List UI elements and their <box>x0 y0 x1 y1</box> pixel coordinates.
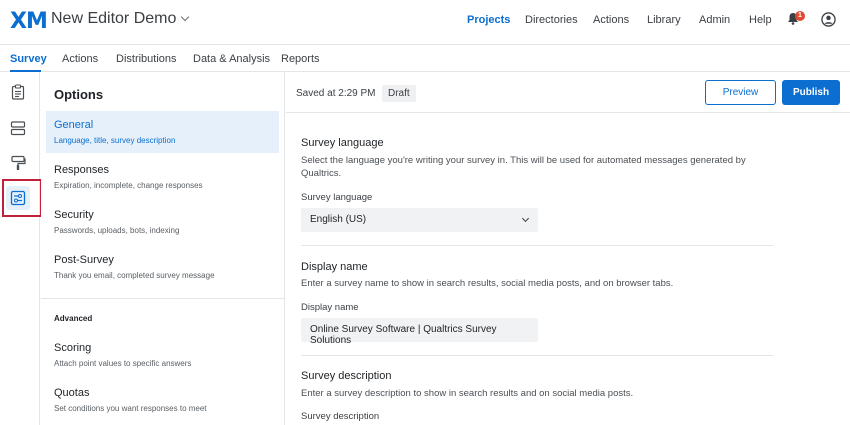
display-name-title: Display name <box>301 261 368 273</box>
option-title: Quotas <box>54 387 90 399</box>
project-title-dropdown[interactable]: New Editor Demo <box>51 10 190 28</box>
option-scoring[interactable]: Scoring Attach point values to specific … <box>46 334 279 376</box>
section-divider <box>301 245 773 246</box>
section-divider <box>301 355 773 356</box>
survey-description-label: Survey description <box>301 411 380 422</box>
display-name-description: Enter a survey name to show in search re… <box>301 278 674 289</box>
nav-projects[interactable]: Projects <box>467 14 510 26</box>
tab-actions[interactable]: Actions <box>62 53 98 65</box>
publish-button[interactable]: Publish <box>782 80 840 105</box>
survey-description-title: Survey description <box>301 370 392 382</box>
options-divider <box>41 298 284 299</box>
nav-directories[interactable]: Directories <box>525 14 578 26</box>
option-title: Scoring <box>54 342 92 354</box>
notification-badge: 1 <box>795 11 805 21</box>
editor-tool-rail <box>0 72 42 425</box>
nav-library[interactable]: Library <box>647 14 681 26</box>
survey-language-label: Survey language <box>301 192 373 203</box>
top-bar: XM New Editor Demo Projects Directories … <box>0 0 850 40</box>
option-post-survey[interactable]: Post-Survey Thank you email, completed s… <box>46 246 279 288</box>
chevron-down-icon <box>181 12 190 22</box>
options-panel: Options General Language, title, survey … <box>41 72 285 425</box>
option-subtitle: Expiration, incomplete, change responses <box>54 181 203 190</box>
nav-actions[interactable]: Actions <box>593 14 629 26</box>
option-title: General <box>54 119 94 131</box>
option-general[interactable]: General Language, title, survey descript… <box>46 111 279 153</box>
tab-survey[interactable]: Survey <box>10 53 47 65</box>
draft-badge: Draft <box>382 85 416 102</box>
project-tab-bar: Survey Actions Distributions Data & Anal… <box>0 44 850 72</box>
annotation-highlight-box <box>2 179 42 217</box>
nav-help[interactable]: Help <box>749 14 772 26</box>
option-title: Responses <box>54 164 110 176</box>
option-subtitle: Language, title, survey description <box>54 136 176 145</box>
survey-language-select[interactable]: English (US) <box>301 208 538 232</box>
survey-clipboard-icon[interactable] <box>10 84 26 100</box>
tab-data-analysis[interactable]: Data & Analysis <box>193 53 270 65</box>
tab-distributions[interactable]: Distributions <box>116 53 177 65</box>
survey-language-title: Survey language <box>301 137 384 149</box>
xm-logo[interactable]: XM <box>10 9 48 34</box>
saved-status: Saved at 2:29 PM <box>296 88 376 99</box>
status-bar: Saved at 2:29 PM Draft Preview Publish <box>286 72 850 113</box>
option-title: Security <box>54 209 94 221</box>
display-name-label: Display name <box>301 302 359 313</box>
tab-reports[interactable]: Reports <box>281 53 320 65</box>
selected-language: English (US) <box>310 214 367 225</box>
option-subtitle: Set conditions you want responses to mee… <box>54 404 207 413</box>
option-responses[interactable]: Responses Expiration, incomplete, change… <box>46 156 279 198</box>
survey-flow-icon[interactable] <box>10 120 26 136</box>
look-and-feel-paintbrush-icon[interactable] <box>10 155 26 171</box>
display-name-input[interactable]: Online Survey Software | Qualtrics Surve… <box>301 318 538 346</box>
preview-button[interactable]: Preview <box>705 80 776 105</box>
settings-content: Saved at 2:29 PM Draft Preview Publish S… <box>286 72 850 425</box>
option-title: Post-Survey <box>54 254 114 266</box>
survey-description-description: Enter a survey description to show in se… <box>301 388 634 399</box>
options-title: Options <box>54 87 104 102</box>
advanced-heading: Advanced <box>54 314 93 323</box>
display-name-value: Online Survey Software | Qualtrics Surve… <box>310 324 497 346</box>
user-account-icon[interactable] <box>821 12 836 27</box>
chevron-down-icon <box>521 214 530 223</box>
option-subtitle: Attach point values to specific answers <box>54 359 192 368</box>
project-title: New Editor Demo <box>51 10 177 27</box>
survey-language-description: Select the language you're writing your … <box>301 155 746 179</box>
option-quotas[interactable]: Quotas Set conditions you want responses… <box>46 379 279 421</box>
option-subtitle: Thank you email, completed survey messag… <box>54 271 215 280</box>
nav-admin[interactable]: Admin <box>699 14 730 26</box>
option-security[interactable]: Security Passwords, uploads, bots, index… <box>46 201 279 243</box>
option-subtitle: Passwords, uploads, bots, indexing <box>54 226 180 235</box>
